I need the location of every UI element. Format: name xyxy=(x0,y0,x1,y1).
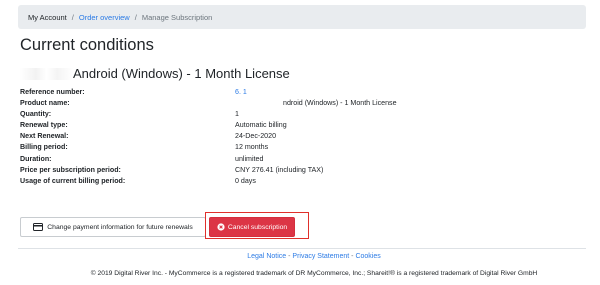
legal-notice-link[interactable]: Legal Notice xyxy=(247,253,286,260)
detail-row-next-renewal: Next Renewal: 24-Dec-2020 xyxy=(20,131,397,142)
cookies-link[interactable]: Cookies xyxy=(355,253,380,260)
detail-label: Product name: xyxy=(20,99,70,108)
detail-value: Automatic billing xyxy=(235,121,287,130)
subscription-details: Reference number: 6. 1 Product name: ndr… xyxy=(20,87,397,187)
credit-card-icon xyxy=(33,223,44,231)
change-payment-button[interactable]: Change payment information for future re… xyxy=(20,217,206,237)
detail-label: Price per subscription period: xyxy=(20,165,121,174)
cancel-subscription-button[interactable]: Cancel subscription xyxy=(209,217,295,237)
breadcrumb-separator: / xyxy=(134,12,137,22)
redacted-region xyxy=(235,98,283,107)
detail-value: 0 days xyxy=(235,176,256,185)
detail-label: Duration: xyxy=(20,154,52,163)
detail-row-duration: Duration: unlimited xyxy=(20,154,397,165)
breadcrumb-manage-subscription: Manage Subscription xyxy=(141,12,213,22)
detail-row-quantity: Quantity: 1 xyxy=(20,109,397,120)
detail-row-price: Price per subscription period: CNY 276.4… xyxy=(20,165,397,176)
page-title: Current conditions xyxy=(20,36,154,54)
detail-value: 12 months xyxy=(235,143,269,152)
detail-label: Reference number: xyxy=(20,88,85,96)
breadcrumb: My Account / Order overview / Manage Sub… xyxy=(18,5,586,29)
detail-row-usage: Usage of current billing period: 0 days xyxy=(20,176,397,187)
detail-label: Billing period: xyxy=(20,143,68,152)
product-title: Android (Windows) - 1 Month License xyxy=(20,67,290,80)
product-name-value: ndroid (Windows) - 1 Month License xyxy=(283,99,397,108)
detail-row-reference-number: Reference number: 6. 1 xyxy=(20,87,397,98)
detail-row-product-name: Product name: ndroid (Windows) - 1 Month… xyxy=(20,98,397,109)
detail-row-billing-period: Billing period: 12 months xyxy=(20,142,397,153)
detail-label: Usage of current billing period: xyxy=(20,176,126,185)
copyright-text: © 2019 Digital River Inc. - MyCommerce i… xyxy=(90,270,538,277)
detail-value: unlimited xyxy=(235,154,264,163)
detail-value: CNY 276.41 (including TAX) xyxy=(235,165,324,174)
detail-label: Renewal type: xyxy=(20,121,68,130)
cancel-circle-icon xyxy=(217,223,225,231)
reference-number-link[interactable]: 6. 1 xyxy=(235,87,247,98)
footer-divider xyxy=(18,248,586,249)
breadcrumb-my-account[interactable]: My Account xyxy=(28,13,67,22)
cancel-subscription-label: Cancel subscription xyxy=(227,223,288,231)
change-payment-label: Change payment information for future re… xyxy=(47,223,193,231)
detail-label: Next Renewal: xyxy=(20,132,69,141)
redacted-region xyxy=(20,68,73,80)
detail-value: 1 xyxy=(235,110,239,119)
detail-row-renewal-type: Renewal type: Automatic billing xyxy=(20,120,397,131)
footer-links: Legal Notice - Privacy Statement - Cooki… xyxy=(0,253,600,260)
breadcrumb-separator: / xyxy=(71,12,74,22)
privacy-statement-link[interactable]: Privacy Statement xyxy=(292,253,349,260)
product-title-text: Android (Windows) - 1 Month License xyxy=(73,66,290,81)
detail-label: Quantity: xyxy=(20,110,52,119)
detail-value: ndroid (Windows) - 1 Month License xyxy=(235,98,397,109)
detail-value: 24-Dec-2020 xyxy=(235,132,277,141)
breadcrumb-order-overview[interactable]: Order overview xyxy=(79,13,130,22)
